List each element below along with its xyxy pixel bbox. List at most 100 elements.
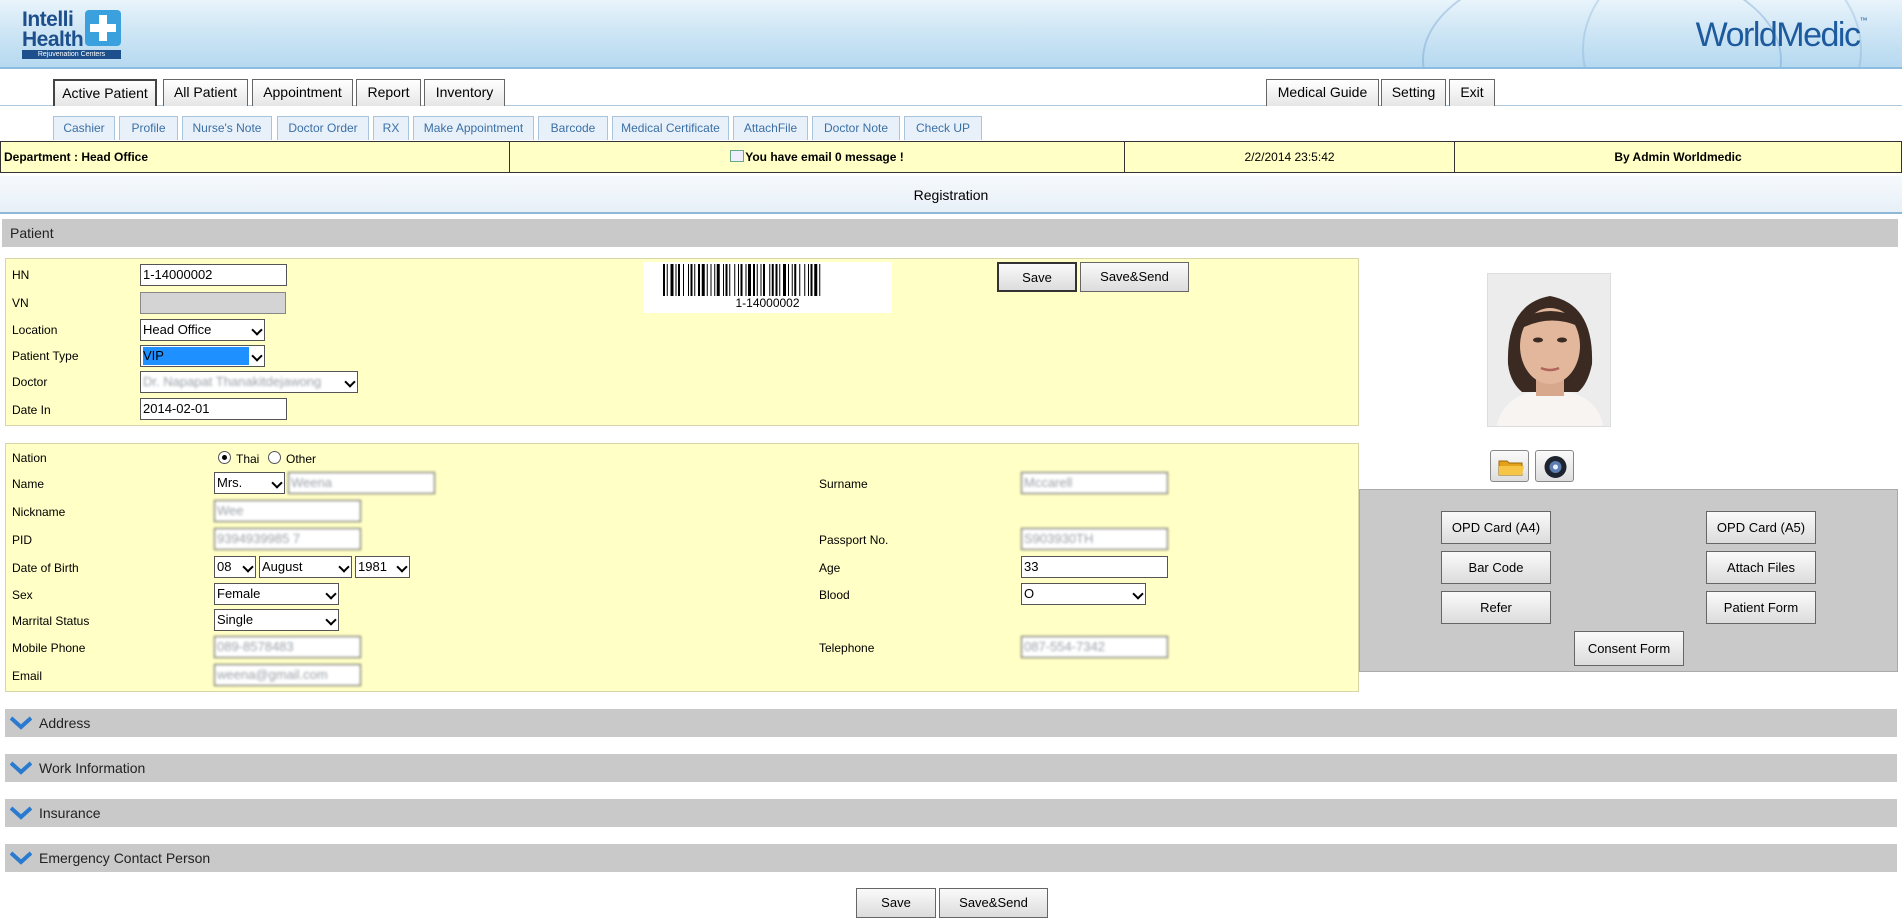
dob-label: Date of Birth [12,561,79,575]
dob-day-select[interactable]: 08 [214,556,256,578]
folder-button[interactable] [1490,450,1529,482]
date-in-field[interactable]: 2014-02-01 [140,398,287,420]
address-section-header[interactable]: Address [5,709,1897,737]
emergency-section-header[interactable]: Emergency Contact Person [5,844,1897,872]
marital-select[interactable]: Single [214,609,339,631]
vn-field[interactable] [140,292,286,314]
subtab-profile[interactable]: Profile [119,116,178,140]
subtab-nurses-note[interactable]: Nurse's Note [182,116,272,140]
barcode-bar [725,264,728,296]
subtab-check-up[interactable]: Check UP [904,116,982,140]
location-select[interactable]: Head Office [140,319,265,341]
patient-photo [1487,273,1611,427]
barcode-bar [791,264,793,296]
title-select[interactable]: Mrs. [214,472,285,494]
nation-other-radio[interactable] [268,451,281,464]
sex-label: Sex [12,588,33,602]
menu-all-patient[interactable]: All Patient [163,79,248,106]
nickname-field[interactable]: Wee [214,500,361,522]
patient-type-select[interactable]: VIP [140,345,265,367]
address-section-label: Address [39,715,91,731]
barcode-bar [769,264,771,296]
barcode-image: 1-14000002 [643,262,892,313]
barcode-bar [814,264,818,296]
barcode-bar [775,264,778,296]
camera-button[interactable] [1535,450,1574,482]
date-in-label: Date In [12,403,51,417]
telephone-field[interactable]: 087-554-7342 [1021,636,1168,658]
nation-thai-radio[interactable] [218,451,231,464]
medical-cross-icon [85,10,121,46]
surname-label: Surname [819,477,868,491]
age-field[interactable]: 33 [1021,556,1168,578]
surname-field[interactable]: Mccarell [1021,472,1168,494]
barcode-bar [734,264,736,296]
opd-card-a5-button[interactable]: OPD Card (A5) [1706,511,1816,544]
hn-field[interactable]: 1-14000002 [140,264,287,286]
barcode-bar [716,264,720,296]
menu-medical-guide[interactable]: Medical Guide [1266,79,1379,106]
chevron-down-icon [325,588,337,600]
barcode-bar [710,264,712,296]
pid-field[interactable]: 9394939985 7 [214,528,361,550]
location-label: Location [12,323,58,337]
menu-appointment[interactable]: Appointment [252,79,353,106]
work-section-header[interactable]: Work Information [5,754,1897,782]
chevron-down-icon [10,851,32,865]
email-notice[interactable]: You have email 0 message ! [510,142,1125,172]
passport-field[interactable]: S903930TH [1021,528,1168,550]
menu-setting[interactable]: Setting [1381,79,1446,106]
barcode-bar [729,264,731,296]
dob-day-value: 08 [217,559,232,574]
save-send-button-bottom[interactable]: Save&Send [939,888,1048,918]
insurance-section-header[interactable]: Insurance [5,799,1897,827]
subtab-medical-certificate[interactable]: Medical Certificate [612,116,729,140]
subtab-doctor-note[interactable]: Doctor Note [812,116,900,140]
dob-year-select[interactable]: 1981 [355,556,410,578]
marital-label: Marrital Status [12,614,90,628]
patient-form-button[interactable]: Patient Form [1706,591,1816,624]
menu-exit[interactable]: Exit [1449,79,1495,106]
logo-subtitle: Rejuvenation Centers [22,50,121,59]
save-send-button-top[interactable]: Save&Send [1080,262,1189,292]
email-label: Email [12,669,43,683]
name-field[interactable]: Weena [288,472,435,494]
barcode-bar [794,264,797,296]
subtab-barcode[interactable]: Barcode [538,116,608,140]
barcode-bar [701,264,705,296]
consent-form-button[interactable]: Consent Form [1574,631,1684,666]
blood-label: Blood [819,588,850,602]
datetime-info: 2/2/2014 23:5:42 [1125,142,1455,172]
doctor-select[interactable]: Dr. Napapat Thanakitdejawong [140,371,358,393]
subtab-make-appointment[interactable]: Make Appointment [413,116,534,140]
email-field[interactable]: weena@gmail.com [214,664,361,686]
save-button-top[interactable]: Save [997,262,1077,292]
barcode-bar [714,264,716,296]
menu-report[interactable]: Report [356,79,421,106]
marital-value: Single [217,612,254,627]
dob-month-select[interactable]: August [259,556,352,578]
barcode-bar [698,264,700,296]
barcode-bar [748,264,751,296]
subtab-rx[interactable]: RX [373,116,409,140]
subtab-cashier[interactable]: Cashier [53,116,115,140]
save-button-bottom[interactable]: Save [856,888,936,918]
barcode-bar [683,264,684,296]
attach-files-button[interactable]: Attach Files [1706,551,1816,584]
barcode-bar [745,264,747,296]
blood-value: O [1024,586,1035,601]
pid-label: PID [12,533,33,547]
bar-code-button[interactable]: Bar Code [1441,551,1551,584]
user-info: By Admin Worldmedic [1614,150,1742,164]
menu-inventory[interactable]: Inventory [424,79,505,106]
subtab-attachfile[interactable]: AttachFile [733,116,808,140]
mobile-field[interactable]: 089-8578483 [214,636,361,658]
email-icon [730,150,745,162]
sex-select[interactable]: Female [214,583,339,605]
subtab-doctor-order[interactable]: Doctor Order [277,116,369,140]
refer-button[interactable]: Refer [1441,591,1551,624]
menu-active-patient[interactable]: Active Patient [53,79,157,106]
blood-select[interactable]: O [1021,583,1146,605]
chevron-down-icon [10,761,32,775]
opd-card-a4-button[interactable]: OPD Card (A4) [1441,511,1551,544]
